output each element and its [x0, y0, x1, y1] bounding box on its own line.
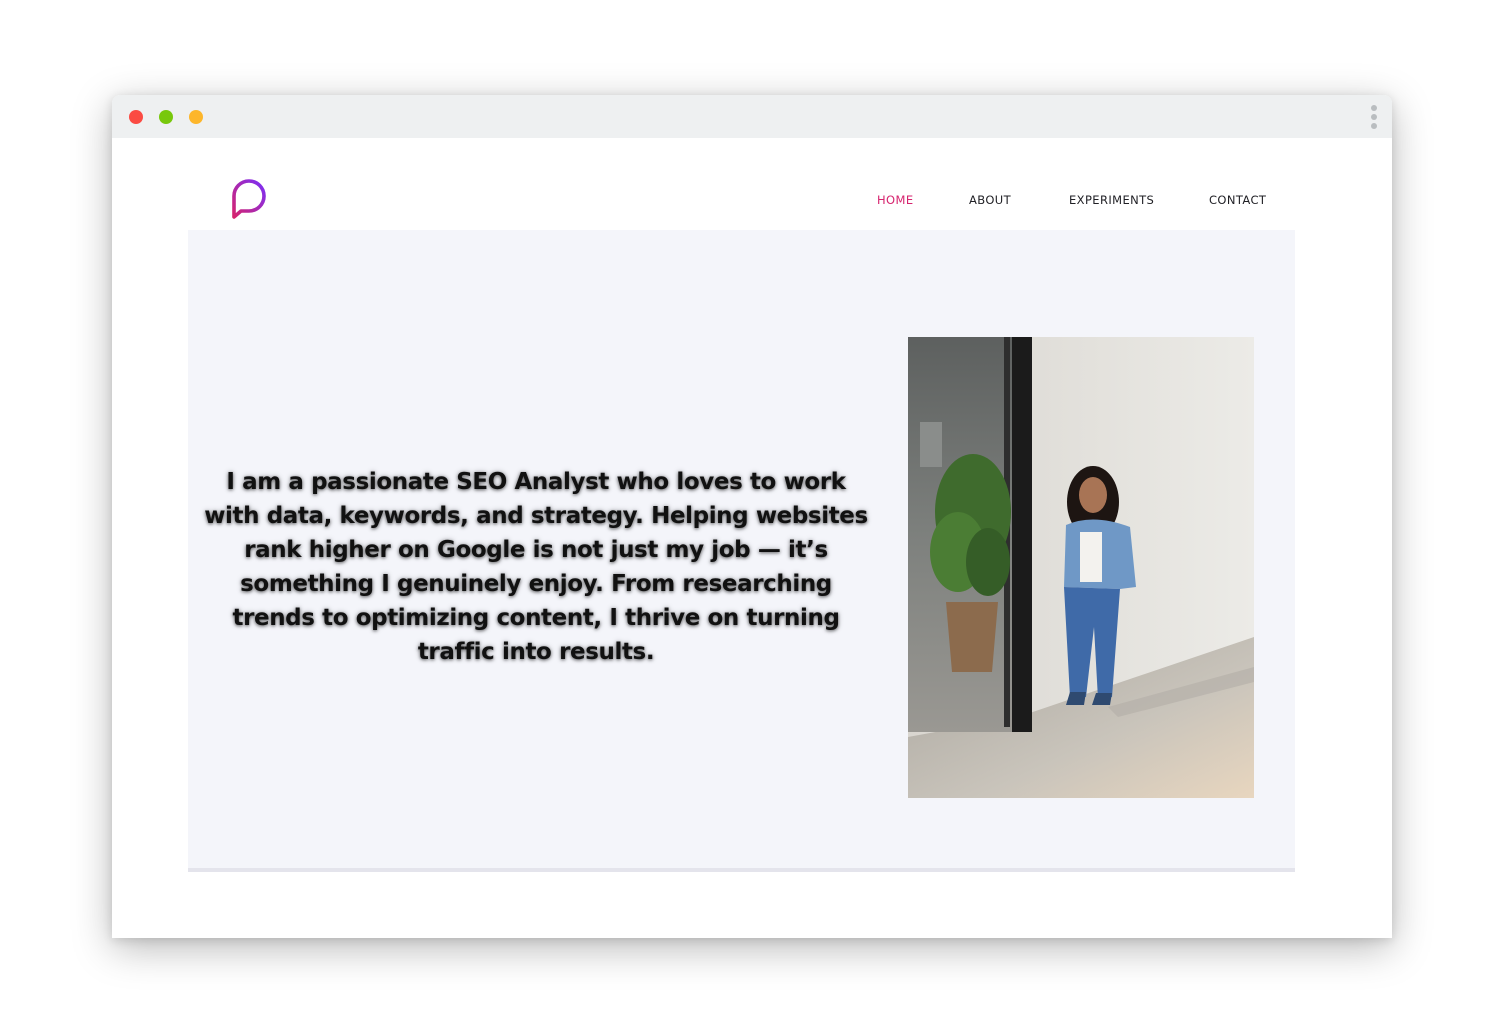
profile-photo [908, 337, 1254, 798]
kebab-menu-icon[interactable] [1370, 105, 1378, 129]
hero-bio-text: I am a passionate SEO Analyst who loves … [204, 469, 868, 665]
close-window-button[interactable] [129, 110, 143, 124]
browser-window: HOME ABOUT EXPERIMENTS CONTACT I am a pa… [112, 95, 1392, 938]
nav-home-link[interactable]: HOME [877, 193, 914, 207]
nav-experiments-link[interactable]: EXPERIMENTS [1069, 193, 1154, 207]
main-nav: HOME ABOUT EXPERIMENTS CONTACT [112, 193, 1392, 209]
maximize-window-button[interactable] [189, 110, 203, 124]
browser-titlebar [112, 95, 1392, 138]
minimize-window-button[interactable] [159, 110, 173, 124]
nav-contact-link[interactable]: CONTACT [1209, 193, 1266, 207]
hero-section: I am a passionate SEO Analyst who loves … [188, 230, 1295, 872]
nav-about-link[interactable]: ABOUT [969, 193, 1011, 207]
